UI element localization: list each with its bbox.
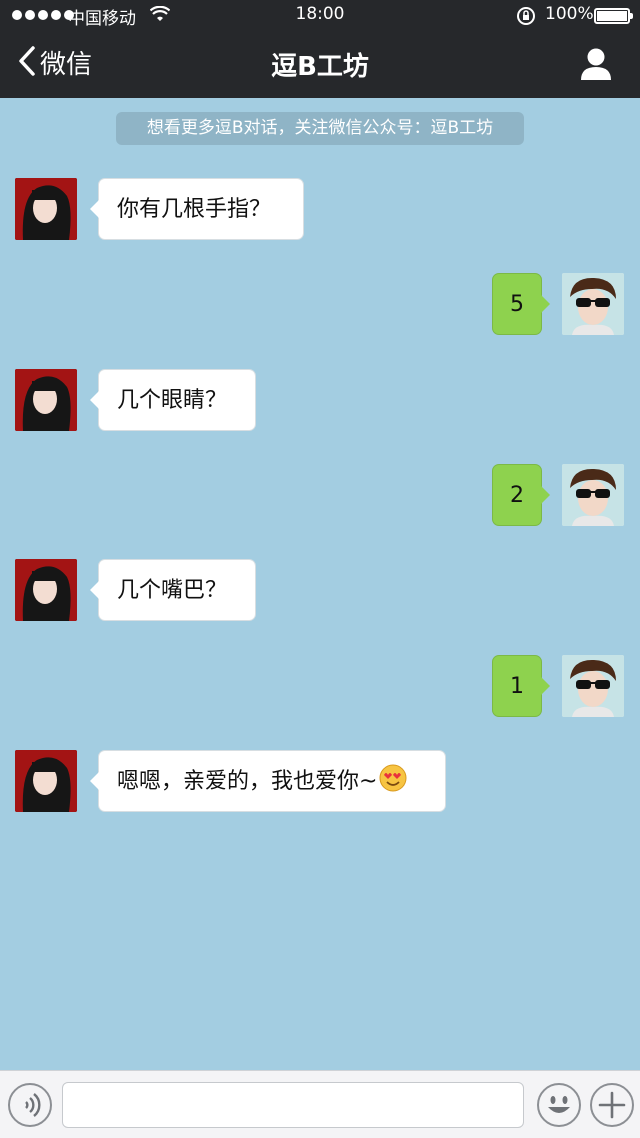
message-input[interactable] (62, 1082, 524, 1128)
add-button[interactable] (590, 1083, 634, 1127)
heart-eyes-emoji-icon (379, 755, 407, 792)
person-icon (576, 48, 616, 88)
message-bubble-incoming: 几个眼睛？ (90, 369, 256, 431)
plus-icon (592, 1091, 632, 1129)
navigation-bar: 微信 逗B工坊 (0, 30, 640, 98)
message-bubble-incoming: 你有几根手指？ (90, 178, 304, 240)
clock: 18:00 (295, 4, 345, 24)
message-bubble-outgoing: 2 (492, 464, 550, 526)
emoji-button[interactable] (537, 1083, 581, 1127)
chat-title: 逗B工坊 (271, 52, 369, 82)
message-bubble-outgoing: 1 (492, 655, 550, 717)
system-notice: 想看更多逗B对话，关注微信公众号：逗B工坊 (116, 112, 524, 145)
user-avatar[interactable] (562, 464, 624, 526)
input-bar (0, 1070, 640, 1138)
contact-avatar[interactable] (15, 750, 77, 812)
voice-button[interactable] (8, 1083, 52, 1127)
smiley-icon (539, 1096, 579, 1129)
contact-avatar[interactable] (15, 369, 77, 431)
battery-percentage: 100% (545, 4, 594, 24)
status-bar: 中国移动 18:00 100% (0, 0, 640, 30)
user-avatar[interactable] (562, 273, 624, 335)
contact-avatar[interactable] (15, 178, 77, 240)
battery-icon (594, 8, 633, 24)
voice-icon (10, 1093, 50, 1129)
message-bubble-outgoing: 5 (492, 273, 550, 335)
user-avatar[interactable] (562, 655, 624, 717)
message-text: 嗯嗯，亲爱的，我也爱你~ (117, 769, 378, 794)
message-bubble-incoming: 嗯嗯，亲爱的，我也爱你~ (90, 750, 446, 812)
top-bar: 中国移动 18:00 100% 微信 逗B工坊 (0, 0, 640, 98)
rotation-lock-icon (516, 6, 536, 31)
message-bubble-incoming: 几个嘴巴？ (90, 559, 256, 621)
contact-avatar[interactable] (15, 559, 77, 621)
chat-info-button[interactable] (576, 44, 616, 84)
